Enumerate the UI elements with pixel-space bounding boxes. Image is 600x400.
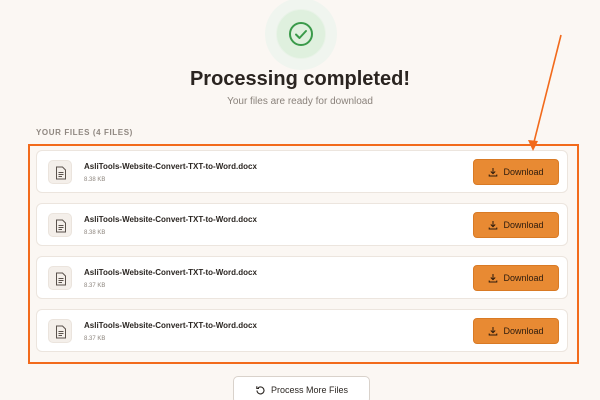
annotation-arrow xyxy=(528,34,562,151)
